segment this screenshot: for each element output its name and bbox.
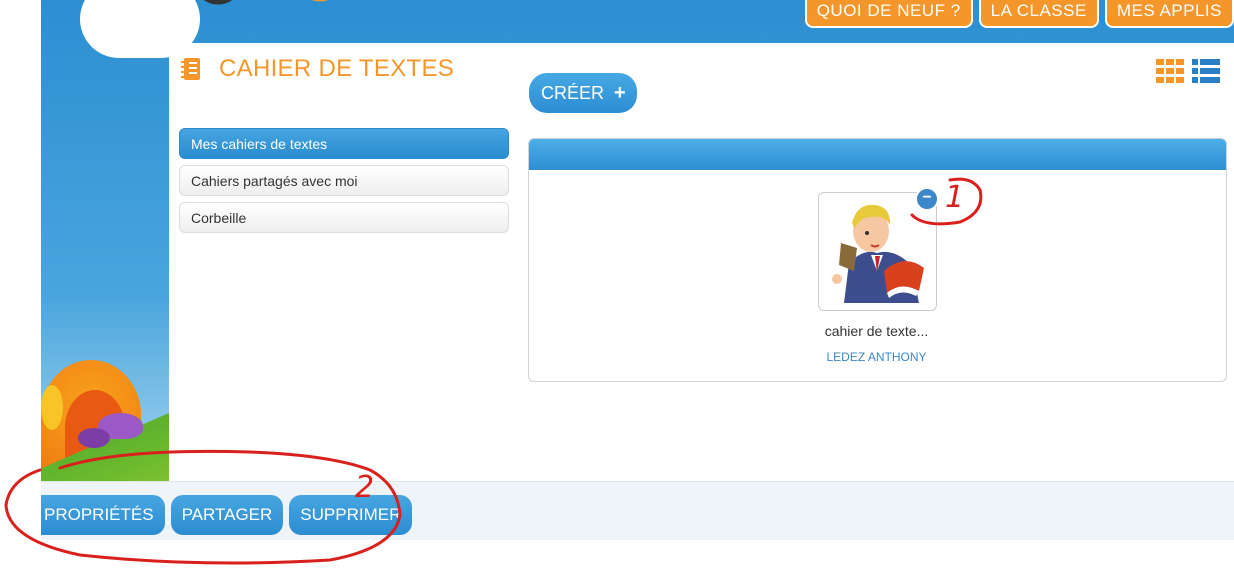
share-button[interactable]: PARTAGER [170, 495, 284, 535]
action-buttons: PROPRIÉTÉS PARTAGER SUPPRIMER [41, 495, 413, 535]
top-navigation: QUOI DE NEUF ? LA CLASSE MES APPLIS [804, 0, 1234, 28]
page-title: CAHIER DE TEXTES [219, 55, 455, 82]
app-logo [203, 0, 329, 5]
content-box: − cahier de texte... LEDEZ ANTHONY [528, 138, 1227, 382]
sidebar-item-corbeille[interactable]: Corbeille [179, 202, 509, 233]
create-button-label: CRÉER [541, 82, 605, 103]
grid-view-icon[interactable] [1156, 59, 1184, 83]
hill-decoration-yellow [41, 385, 63, 430]
bush-decoration-dark [78, 428, 110, 448]
notebook-card-thumbnail[interactable] [818, 192, 937, 311]
sidebar-item-partages[interactable]: Cahiers partagés avec moi [179, 165, 509, 196]
nav-la-classe[interactable]: LA CLASSE [978, 0, 1099, 28]
main-panel: CAHIER DE TEXTES Mes cahiers de textes C… [169, 43, 1234, 481]
notebook-card-name[interactable]: cahier de texte... [789, 323, 964, 339]
plus-icon: + [614, 81, 626, 104]
remove-badge-icon[interactable]: − [915, 187, 939, 211]
create-button[interactable]: CRÉER + [529, 73, 637, 113]
properties-button[interactable]: PROPRIÉTÉS [41, 495, 165, 535]
delete-button[interactable]: SUPPRIMER [289, 495, 413, 535]
sidebar-item-mes-cahiers[interactable]: Mes cahiers de textes [179, 128, 509, 159]
sidebar: Mes cahiers de textes Cahiers partagés a… [179, 128, 509, 239]
notebook-icon [181, 58, 200, 80]
content-box-header [529, 139, 1226, 170]
notebook-card-owner: LEDEZ ANTHONY [826, 350, 927, 364]
teacher-avatar-icon [832, 204, 924, 303]
nav-quoi-de-neuf[interactable]: QUOI DE NEUF ? [804, 0, 973, 28]
list-view-icon[interactable] [1192, 59, 1220, 83]
action-bar: PROPRIÉTÉS PARTAGER SUPPRIMER [41, 481, 1234, 540]
nav-mes-applis[interactable]: MES APPLIS [1104, 0, 1234, 28]
view-switcher [1156, 59, 1220, 83]
